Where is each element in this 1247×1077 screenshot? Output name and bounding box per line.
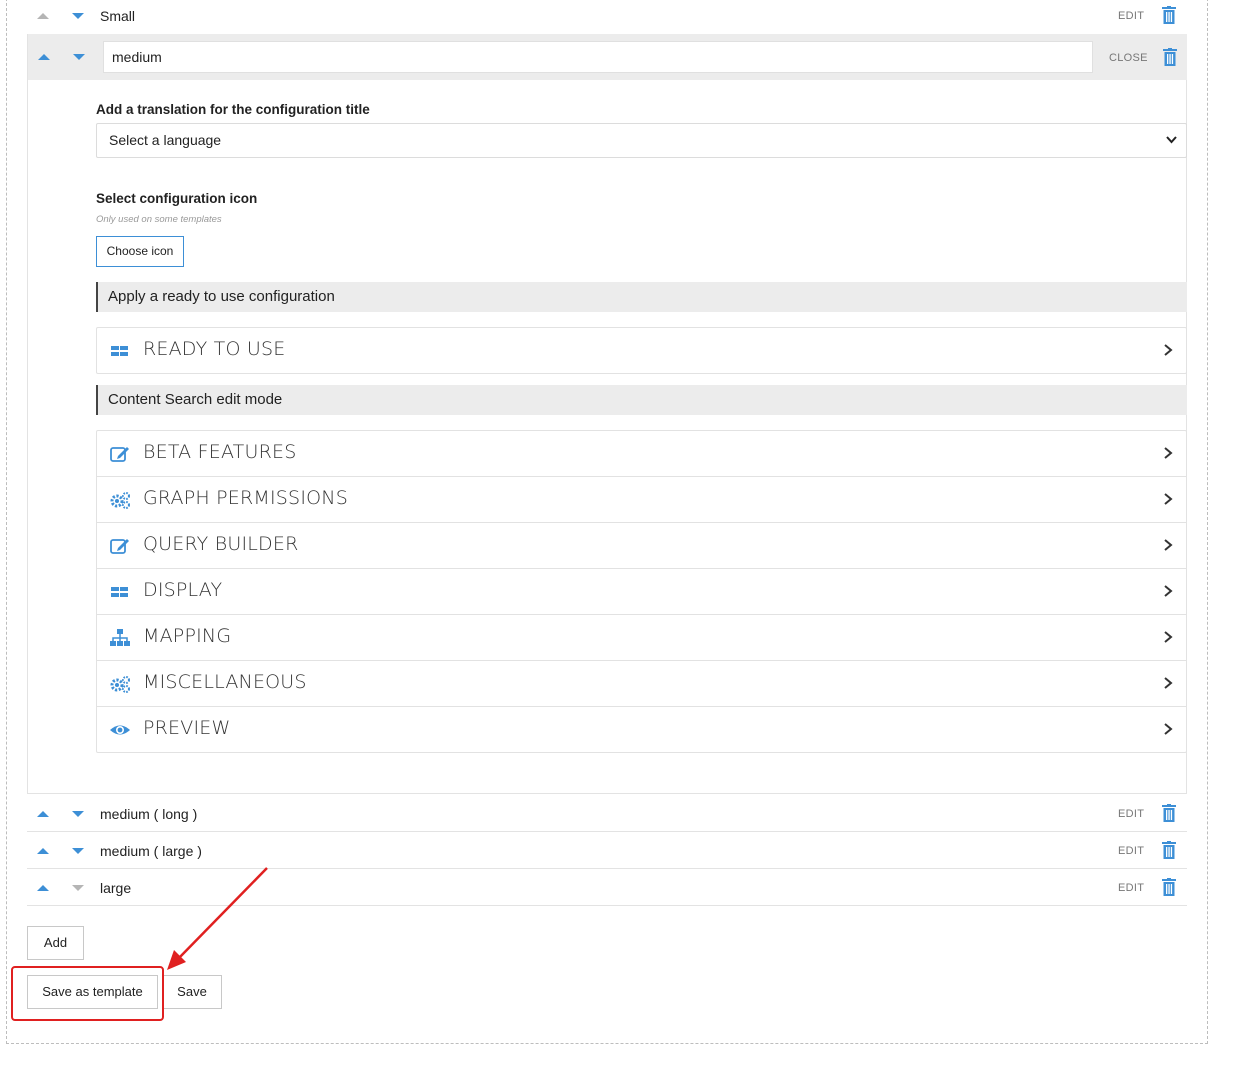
section-edit-header: Content Search edit mode (96, 385, 1187, 415)
trash-icon[interactable] (1162, 878, 1176, 896)
config-row-medium-long: medium ( long ) EDIT (27, 795, 1187, 832)
chevron-right-icon (1164, 344, 1173, 356)
config-row-label: Small (100, 8, 136, 24)
edit-panel-group: BETA FEATURES GRAPH PERMISSIONS QUERY BU… (96, 430, 1187, 753)
panel-mapping[interactable]: MAPPING (97, 615, 1186, 661)
panel-query-builder[interactable]: QUERY BUILDER (97, 523, 1186, 569)
annotation-arrow (167, 867, 268, 970)
add-button[interactable]: Add (27, 926, 84, 960)
move-down-icon[interactable] (72, 811, 84, 817)
language-select[interactable]: Select a language (96, 123, 1187, 158)
panel-miscellaneous[interactable]: MISCELLANEOUS (97, 661, 1186, 707)
expanded-config-medium: medium CLOSE Add a translation for the c… (27, 34, 1187, 794)
config-row-label: medium ( large ) (100, 843, 202, 859)
edit-button[interactable]: EDIT (1118, 808, 1144, 820)
translation-label: Add a translation for the configuration … (96, 102, 370, 117)
trash-icon[interactable] (1162, 6, 1176, 24)
trash-icon[interactable] (1162, 804, 1176, 822)
grid-icon (111, 587, 128, 597)
panel-beta-features[interactable]: BETA FEATURES (97, 431, 1186, 477)
icon-hint: Only used on some templates (96, 214, 222, 225)
panel-title: QUERY BUILDER (143, 533, 299, 555)
edit-icon (110, 539, 129, 554)
highlight-box (11, 966, 164, 1021)
chevron-right-icon (1164, 539, 1173, 551)
panel-title: MAPPING (143, 625, 232, 647)
panel-title: READY TO USE (143, 338, 286, 360)
cogs-icon (110, 676, 130, 693)
expanded-header: medium CLOSE (28, 34, 1187, 80)
panel-ready-to-use[interactable]: READY TO USE (97, 328, 1186, 374)
language-select-value: Select a language (109, 132, 222, 148)
edit-button[interactable]: EDIT (1118, 882, 1144, 894)
panel-title: PREVIEW (143, 717, 231, 739)
move-down-icon[interactable] (73, 54, 85, 60)
trash-icon[interactable] (1162, 841, 1176, 859)
config-row-small: Small EDIT (27, 0, 1187, 34)
config-row-label: medium ( long ) (100, 806, 198, 822)
trash-icon[interactable] (1163, 48, 1177, 66)
chevron-right-icon (1164, 585, 1173, 597)
edit-button[interactable]: EDIT (1118, 10, 1144, 22)
choose-icon-button[interactable]: Choose icon (96, 236, 184, 267)
chevron-down-icon (1166, 136, 1177, 144)
panel-graph-permissions[interactable]: GRAPH PERMISSIONS (97, 477, 1186, 523)
panel-title: DISPLAY (143, 579, 223, 601)
edit-icon (110, 447, 129, 462)
move-up-icon[interactable] (37, 811, 49, 817)
chevron-right-icon (1164, 493, 1173, 505)
move-down-icon[interactable] (72, 885, 84, 891)
move-up-icon[interactable] (38, 54, 50, 60)
chevron-right-icon (1164, 677, 1173, 689)
ready-panel-group: READY TO USE (96, 327, 1187, 374)
chevron-right-icon (1164, 631, 1173, 643)
eye-icon (110, 725, 130, 735)
edit-button[interactable]: EDIT (1118, 845, 1144, 857)
move-down-icon[interactable] (72, 13, 84, 19)
move-up-icon[interactable] (37, 848, 49, 854)
cogs-icon (110, 492, 130, 509)
chevron-right-icon (1164, 723, 1173, 735)
config-row-label: large (100, 880, 132, 896)
panel-title: BETA FEATURES (143, 441, 297, 463)
panel-title: MISCELLANEOUS (143, 671, 307, 693)
section-ready-header: Apply a ready to use configuration (96, 282, 1187, 312)
move-up-icon[interactable] (37, 885, 49, 891)
config-name-input[interactable]: medium (103, 41, 1093, 73)
save-button[interactable]: Save (162, 975, 222, 1009)
move-up-icon[interactable] (37, 13, 49, 19)
chevron-right-icon (1164, 447, 1173, 459)
panel-preview[interactable]: PREVIEW (97, 707, 1186, 753)
grid-icon (111, 346, 128, 356)
icon-label: Select configuration icon (96, 191, 258, 206)
panel-title: GRAPH PERMISSIONS (143, 487, 348, 509)
close-button[interactable]: CLOSE (1109, 52, 1148, 64)
move-down-icon[interactable] (72, 848, 84, 854)
sitemap-icon (110, 629, 130, 646)
panel-display[interactable]: DISPLAY (97, 569, 1186, 615)
